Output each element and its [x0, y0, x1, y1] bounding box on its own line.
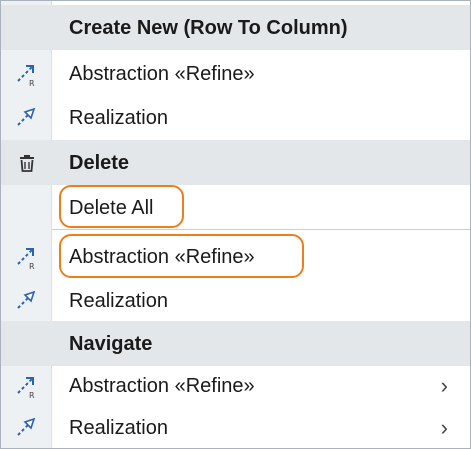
trash-icon	[1, 140, 52, 185]
menu-item-delete-abstraction-refine[interactable]: R Abstraction «Refine»	[1, 234, 470, 279]
menu-item-delete-all[interactable]: Delete All	[1, 185, 470, 230]
section-header-delete: Delete	[1, 140, 470, 185]
realization-icon	[1, 95, 52, 140]
menu-item-delete-realization[interactable]: Realization	[1, 278, 470, 323]
realization-icon	[1, 278, 52, 323]
menu-item-label: Delete All	[69, 196, 154, 219]
menu-item-create-realization[interactable]: Realization	[1, 95, 470, 140]
menu-item-create-abstraction-refine[interactable]: R Abstraction «Refine»	[1, 51, 470, 96]
section-header-label: Delete	[69, 151, 130, 174]
section-header-navigate: Navigate	[1, 321, 470, 366]
abstraction-refine-icon: R	[1, 51, 52, 96]
svg-text:R: R	[29, 391, 35, 399]
svg-text:R: R	[29, 79, 35, 87]
abstraction-refine-icon: R	[1, 363, 52, 408]
section-header-label: Navigate	[69, 332, 153, 355]
menu-separator	[52, 229, 470, 230]
chevron-right-icon: ›	[440, 414, 448, 440]
abstraction-refine-icon: R	[1, 234, 52, 279]
menu-item-navigate-realization[interactable]: Realization ›	[1, 405, 470, 448]
menu-item-label: Abstraction «Refine»	[69, 374, 255, 397]
menu-item-navigate-abstraction-refine[interactable]: R Abstraction «Refine» ›	[1, 363, 470, 408]
svg-text:R: R	[29, 262, 35, 270]
menu-item-label: Abstraction «Refine»	[69, 62, 255, 85]
section-header-label: Create New (Row To Column)	[69, 16, 348, 39]
section-header-create-new: Create New (Row To Column)	[1, 5, 470, 50]
menu-item-label: Abstraction «Refine»	[69, 245, 255, 268]
menu-item-label: Realization	[69, 416, 168, 439]
menu-item-label: Realization	[69, 289, 168, 312]
menu-item-label: Realization	[69, 106, 168, 129]
chevron-right-icon: ›	[440, 372, 448, 398]
context-menu: Create New (Row To Column) R Abstraction…	[0, 0, 471, 449]
realization-icon	[1, 405, 52, 448]
